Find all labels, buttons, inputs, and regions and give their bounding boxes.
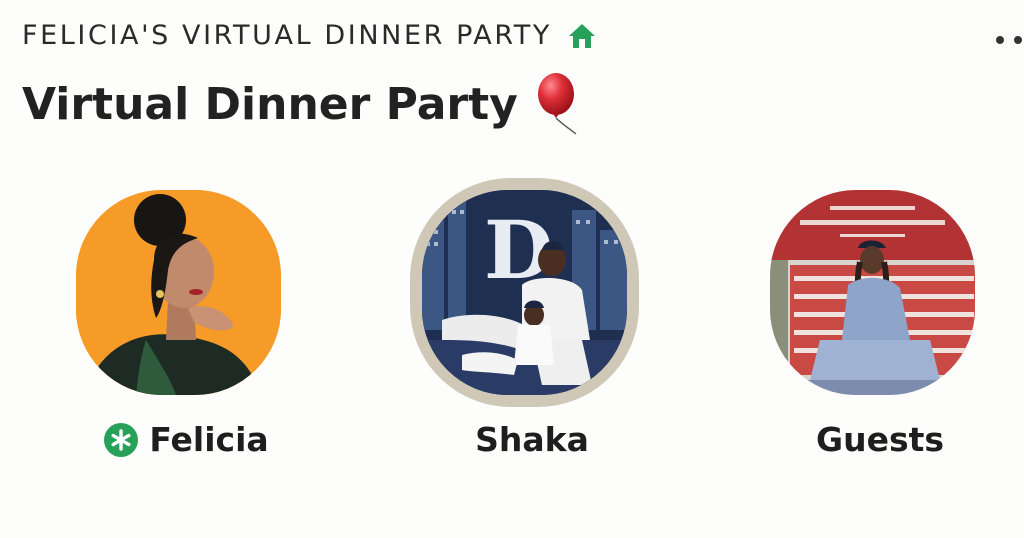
- speaker-tile-shaka[interactable]: D Shaka: [410, 178, 652, 480]
- speaker-name: Shaka: [475, 420, 589, 459]
- avatar[interactable]: [76, 190, 281, 395]
- avatar[interactable]: [770, 190, 975, 395]
- room-title: Virtual Dinner Party: [22, 78, 518, 130]
- room-title-row: Virtual Dinner Party: [22, 72, 584, 136]
- speaker-tile-felicia[interactable]: Felicia: [66, 180, 306, 480]
- avatar[interactable]: D: [422, 190, 627, 395]
- more-dots-icon[interactable]: [994, 30, 1024, 50]
- speaker-name-row: Shaka: [412, 420, 652, 459]
- club-header[interactable]: FELICIA'S VIRTUAL DINNER PARTY: [22, 20, 596, 51]
- speaker-name-row: Guests: [760, 420, 1000, 459]
- speaker-name: Felicia: [149, 420, 269, 459]
- house-icon: [568, 23, 596, 49]
- speaker-name-row: Felicia: [66, 420, 306, 459]
- room-screen: FELICIA'S VIRTUAL DINNER PARTY Virtual D…: [0, 0, 1024, 538]
- club-name[interactable]: FELICIA'S VIRTUAL DINNER PARTY: [22, 20, 552, 51]
- speaker-name: Guests: [815, 420, 945, 459]
- balloon-icon: [532, 72, 584, 136]
- speaker-tile-guests[interactable]: Guests: [760, 180, 1000, 480]
- moderator-star-icon: [103, 422, 139, 458]
